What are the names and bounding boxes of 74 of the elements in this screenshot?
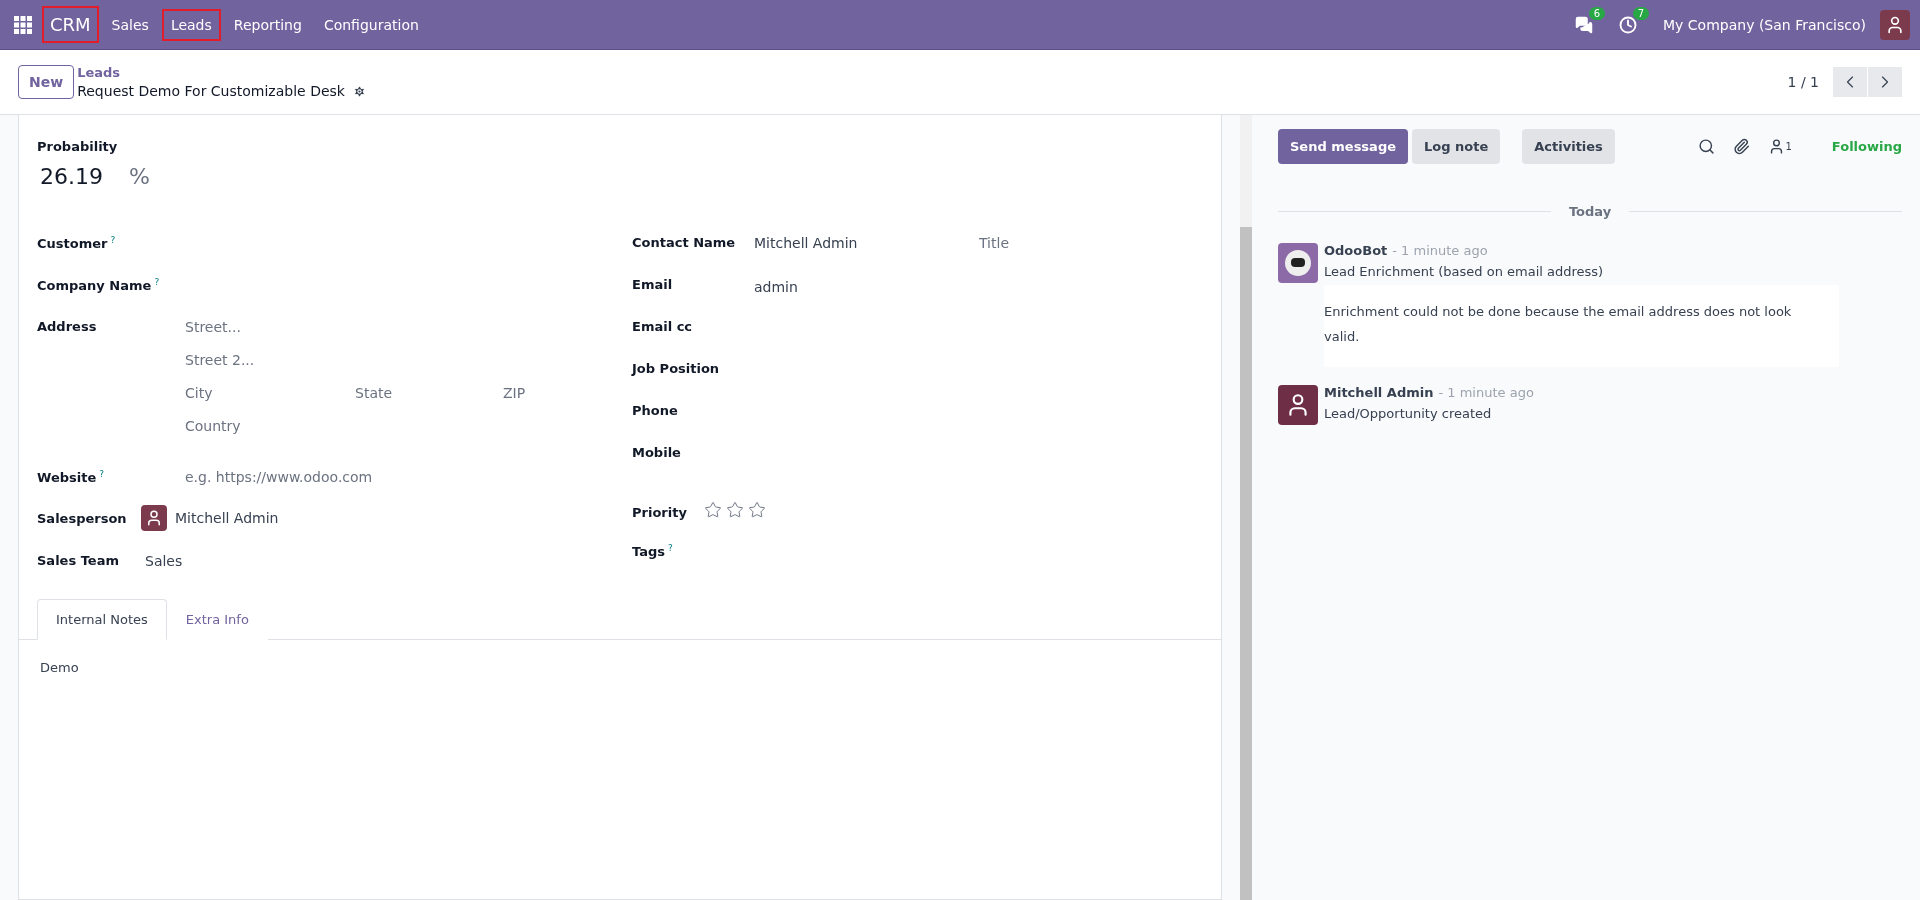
scrollbar[interactable] xyxy=(1240,115,1252,900)
street2-field[interactable]: Street 2... xyxy=(185,352,325,368)
record-title: Request Demo For Customizable Desk xyxy=(77,83,345,99)
field-value[interactable]: Mitchell Admin xyxy=(754,235,979,251)
star-icon[interactable] xyxy=(748,501,766,519)
settings-icon[interactable] xyxy=(352,84,366,98)
message-author[interactable]: Mitchell Admin xyxy=(1324,385,1434,400)
probability-value[interactable]: 26.19 xyxy=(40,164,103,189)
avatar-icon[interactable] xyxy=(1880,9,1910,40)
field-label: Job Position xyxy=(632,361,720,376)
following-link[interactable]: Following xyxy=(1831,139,1902,154)
field-label: Email cc xyxy=(632,319,693,334)
count-badge: 7 xyxy=(1632,6,1650,20)
field-label: Website xyxy=(37,470,97,486)
message-time: - 1 minute ago xyxy=(1392,243,1488,258)
field-value[interactable]: Sales xyxy=(145,553,608,569)
field-label: Contact Name xyxy=(632,235,736,250)
message-time: - 1 minute ago xyxy=(1438,385,1534,400)
clock-icon[interactable] xyxy=(1619,15,1638,34)
street-field[interactable]: Street... xyxy=(185,319,325,335)
message-text: Lead Enrichment (based on email address) xyxy=(1324,264,1605,279)
website-field[interactable]: e.g. https://www.odoo.com xyxy=(185,469,445,485)
count-badge: 6 xyxy=(1588,6,1606,20)
help-mark[interactable]: ? xyxy=(668,543,673,553)
message-author[interactable]: OdooBot xyxy=(1324,243,1388,258)
pager-value: 1 / 1 xyxy=(1787,74,1819,90)
menu-item[interactable]: Sales xyxy=(102,8,158,41)
message-note: Enrichment could not be done because the email address does not look valid. xyxy=(1324,285,1839,367)
menu-item[interactable]: Reporting xyxy=(224,8,311,41)
menu-item[interactable]: Configuration xyxy=(314,8,428,41)
avatar-icon xyxy=(141,505,167,531)
breadcrumb-link[interactable]: Leads xyxy=(77,65,366,80)
star-icon[interactable] xyxy=(726,501,744,519)
field-label: Customer xyxy=(37,236,108,252)
field-label: Probability xyxy=(37,139,118,154)
notes-text[interactable]: Demo xyxy=(40,660,79,675)
field-label: Mobile xyxy=(632,445,681,460)
country-field[interactable]: Country xyxy=(185,418,325,434)
chatter-button[interactable]: Log note xyxy=(1412,129,1501,164)
follower-count: 1 xyxy=(1785,141,1792,152)
avatar-icon xyxy=(1278,385,1318,425)
bot-avatar-icon xyxy=(1278,243,1318,283)
state-field[interactable]: State xyxy=(355,385,465,401)
new-button[interactable]: New xyxy=(18,65,75,99)
field-label: Tags xyxy=(632,544,665,560)
field-label: Priority xyxy=(632,505,687,520)
field-label: Address xyxy=(37,319,97,334)
menu-item[interactable]: Leads xyxy=(161,8,221,41)
search-icon[interactable] xyxy=(1698,138,1716,155)
percent-unit: % xyxy=(129,164,150,189)
notebook-tab[interactable]: Internal Notes xyxy=(37,599,167,640)
paperclip-icon[interactable] xyxy=(1733,138,1751,155)
star-icon[interactable] xyxy=(704,501,722,519)
title-field[interactable]: Title xyxy=(979,235,1079,251)
message-text: Lead/Opportunity created xyxy=(1324,406,1493,421)
help-mark[interactable]: ? xyxy=(154,277,160,287)
field-label: Company Name xyxy=(37,278,152,294)
date-separator: Today xyxy=(1568,204,1612,219)
field-label: Sales Team xyxy=(37,553,119,568)
zip-field[interactable]: ZIP xyxy=(503,385,583,401)
city-field[interactable]: City xyxy=(185,385,305,401)
help-mark[interactable]: ? xyxy=(99,469,104,479)
apps-menu-icon[interactable] xyxy=(14,15,32,34)
field-value[interactable]: admin xyxy=(754,279,1203,295)
chat-icon[interactable] xyxy=(1575,15,1594,34)
app-name[interactable]: CRM xyxy=(42,6,99,43)
field-value[interactable]: Mitchell Admin xyxy=(175,510,279,526)
company-name[interactable]: My Company (San Francisco) xyxy=(1663,16,1866,33)
field-label: Salesperson xyxy=(37,511,127,526)
chatter-button[interactable]: Activities xyxy=(1522,129,1615,164)
help-mark[interactable]: ? xyxy=(110,235,116,245)
field-label: Email xyxy=(632,277,673,292)
chatter-button[interactable]: Send message xyxy=(1278,129,1408,164)
field-label: Phone xyxy=(632,403,678,418)
